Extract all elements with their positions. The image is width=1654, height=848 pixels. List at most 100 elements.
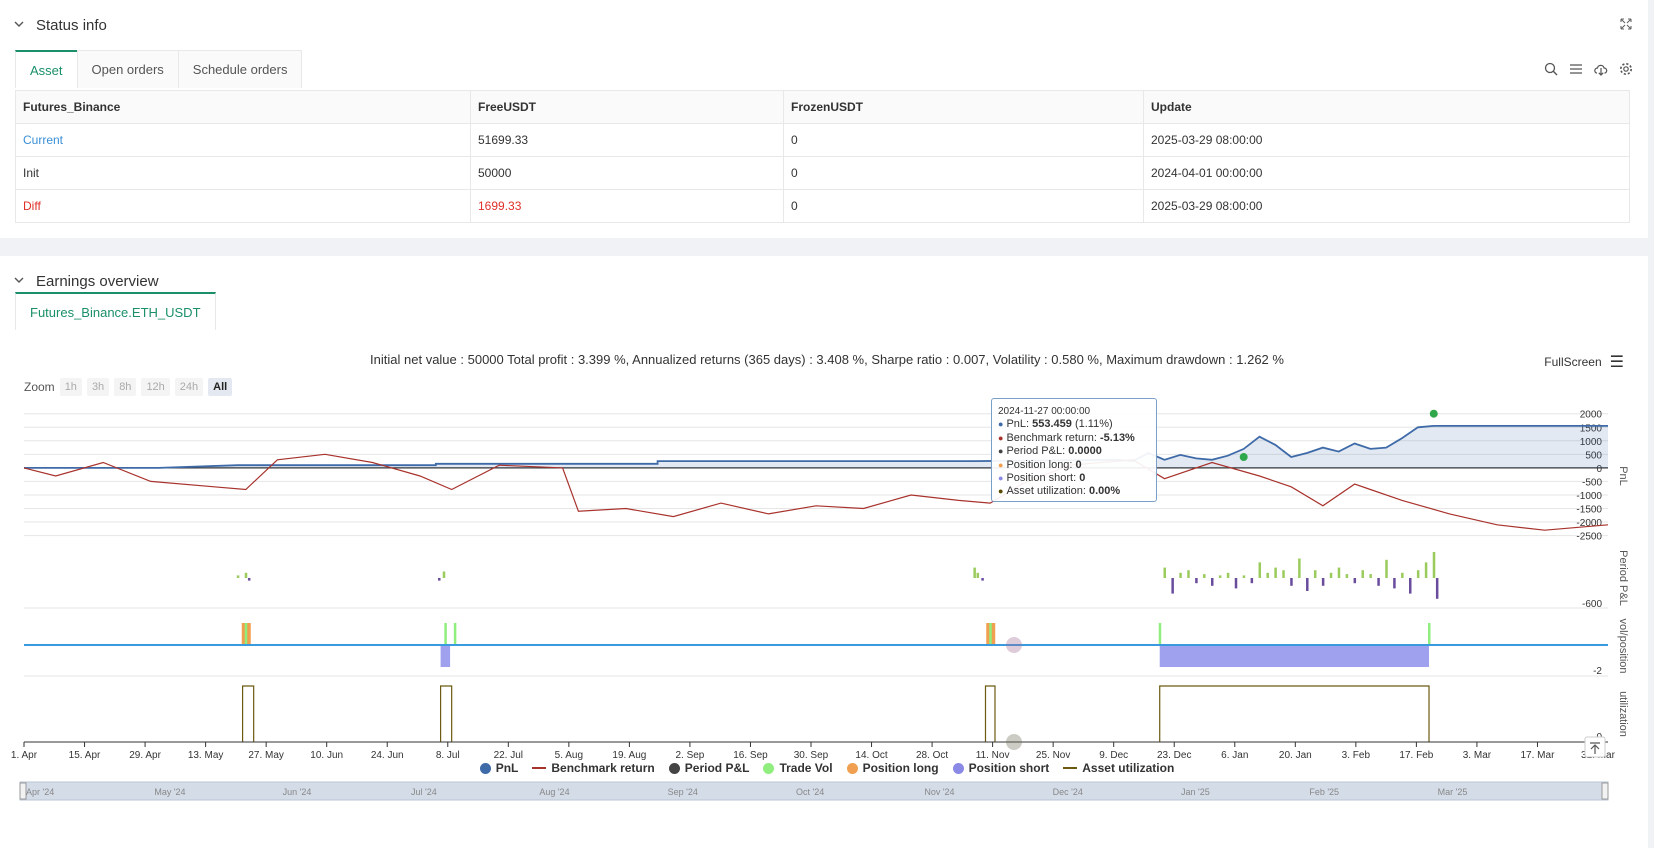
tooltip-bullet: ● <box>998 419 1004 430</box>
list-icon[interactable] <box>1567 60 1584 77</box>
navigator-tick-label: May '24 <box>154 787 185 797</box>
tooltip-label: Benchmark return: <box>1006 431 1100 444</box>
cloud-download-icon[interactable] <box>1592 60 1609 77</box>
period-pnl-bar <box>1171 578 1174 594</box>
utilization-block <box>241 685 255 742</box>
tooltip-bullet: ● <box>998 473 1004 484</box>
navigator-tick-label: Dec '24 <box>1053 787 1083 797</box>
x-tick-label: 22. Jul <box>494 750 523 761</box>
row-name-init: Init <box>15 156 471 190</box>
legend-marker <box>532 767 547 769</box>
tooltip-bullet: ● <box>998 459 1004 470</box>
zoom-24h-button[interactable]: 24h <box>174 378 204 396</box>
tooltip-value: 0 <box>1079 472 1086 485</box>
legend-item[interactable]: Period P&L <box>668 761 750 775</box>
legend-marker <box>479 762 491 774</box>
legend-label: Trade Vol <box>779 761 833 775</box>
tooltip-value: -5.13% <box>1099 431 1135 444</box>
tooltip-label: Asset utilization: <box>1006 485 1089 498</box>
x-tick-label: 15. Apr <box>69 750 101 761</box>
period-pnl-bar <box>1353 578 1357 584</box>
trade-vol-bar <box>453 623 457 645</box>
y-tick-label: -2 <box>1593 666 1602 677</box>
utilization-block <box>439 685 453 742</box>
period-pnl-bar <box>1266 572 1269 578</box>
tooltip-bullet: ● <box>998 432 1004 443</box>
chevron-down-icon[interactable] <box>14 19 24 29</box>
legend-item[interactable]: Trade Vol <box>763 761 833 775</box>
x-tick-label: 17. Feb <box>1399 750 1433 761</box>
x-tick-label: 24. Jun <box>371 750 404 761</box>
x-tick-label: 14. Oct <box>855 750 887 761</box>
legend-label: Period P&L <box>684 761 750 775</box>
period-pnl-bar <box>247 578 251 581</box>
y-tick-label: -1000 <box>1576 491 1602 502</box>
period-pnl-bar <box>1203 574 1206 578</box>
zoom-1h-button[interactable]: 1h <box>59 378 82 396</box>
period-pnl-bar <box>1393 578 1396 589</box>
gear-icon[interactable] <box>1617 60 1634 77</box>
cell-free: 50000 <box>470 156 784 190</box>
status-info-panel: Status info Asset Open orders Schedule o… <box>0 0 1648 238</box>
hamburger-menu-icon[interactable]: ☰ <box>1610 352 1624 372</box>
tooltip-bullet: ● <box>998 486 1004 497</box>
y-tick-label: -1500 <box>1576 505 1602 516</box>
zoom-3h-button[interactable]: 3h <box>86 378 110 396</box>
x-tick-label: 28. Oct <box>916 750 948 761</box>
period-pnl-bar <box>1385 559 1388 578</box>
position-short-bar <box>1159 645 1430 667</box>
col-header-frozen: FrozenUSDT <box>783 90 1144 124</box>
period-pnl-bar <box>1250 578 1254 584</box>
legend-marker <box>668 762 680 774</box>
asset-table: Futures_Binance FreeUSDT FrozenUSDT Upda… <box>15 90 1630 223</box>
legend-item[interactable]: Position short <box>952 761 1050 775</box>
period-pnl-bar <box>1345 574 1349 578</box>
navigator-tick-label: Apr '24 <box>26 787 54 797</box>
row-name-current[interactable]: Current <box>15 123 471 157</box>
collapse-fullscreen-icon[interactable] <box>1620 18 1632 33</box>
cell-update: 2025-03-29 08:00:00 <box>1143 189 1630 223</box>
tooltip-value: 0.00% <box>1088 485 1121 498</box>
table-row: Init 50000 0 2024-04-01 00:00:00 <box>15 156 1630 190</box>
tooltip-value: 0 <box>1075 458 1082 471</box>
trade-vol-bar <box>989 623 992 645</box>
y-tick-label: -600 <box>1582 599 1602 610</box>
status-info-header[interactable]: Status info <box>14 17 107 34</box>
tooltip-label: Position short: <box>1006 472 1080 485</box>
y-tick-label: -2500 <box>1576 532 1602 543</box>
zoom-8h-button[interactable]: 8h <box>114 378 137 396</box>
x-tick-label: 29. Apr <box>129 750 161 761</box>
legend-item[interactable]: Asset utilization <box>1063 761 1174 775</box>
period-pnl-bar <box>1416 570 1420 578</box>
legend-item[interactable]: PnL <box>479 761 518 775</box>
period-pnl-bar <box>1409 578 1412 594</box>
tooltip-bullet: ● <box>998 446 1004 457</box>
table-row: Current 51699.33 0 2025-03-29 08:00:00 <box>15 123 1630 157</box>
tab-asset[interactable]: Asset <box>15 50 78 88</box>
tab-schedule-orders[interactable]: Schedule orders <box>177 50 303 88</box>
navigator-tick-label: Oct '24 <box>796 787 824 797</box>
tooltip-row: ● Position long: 0 <box>998 459 1150 472</box>
zoom-12h-button[interactable]: 12h <box>141 378 170 396</box>
period-pnl-bar <box>1290 578 1293 586</box>
legend-label: Position short <box>968 761 1050 775</box>
tooltip-value: 0.0000 <box>1068 445 1102 458</box>
x-tick-label: 17. Mar <box>1521 750 1556 761</box>
utilization-block <box>1159 685 1430 742</box>
zoom-all-button[interactable]: All <box>208 378 233 396</box>
fullscreen-button[interactable]: FullScreen <box>1544 355 1601 369</box>
earnings-summary: Initial net value : 50000 Total profit :… <box>370 352 1284 367</box>
search-icon[interactable] <box>1542 60 1559 77</box>
period-pnl-bar <box>1187 570 1190 578</box>
legend-item[interactable]: Benchmark return <box>532 761 655 775</box>
x-tick-label: 10. Jun <box>310 750 343 761</box>
cell-frozen: 0 <box>783 123 1144 157</box>
period-pnl-bar <box>438 578 441 581</box>
period-pnl-bar <box>442 571 446 578</box>
tooltip-row: ● Period P&L: 0.0000 <box>998 445 1150 458</box>
x-tick-label: 3. Mar <box>1463 750 1492 761</box>
tab-open-orders[interactable]: Open orders <box>76 50 179 88</box>
hover-marker <box>1006 734 1022 750</box>
period-pnl-bar <box>1306 578 1309 591</box>
legend-item[interactable]: Position long <box>846 761 939 775</box>
